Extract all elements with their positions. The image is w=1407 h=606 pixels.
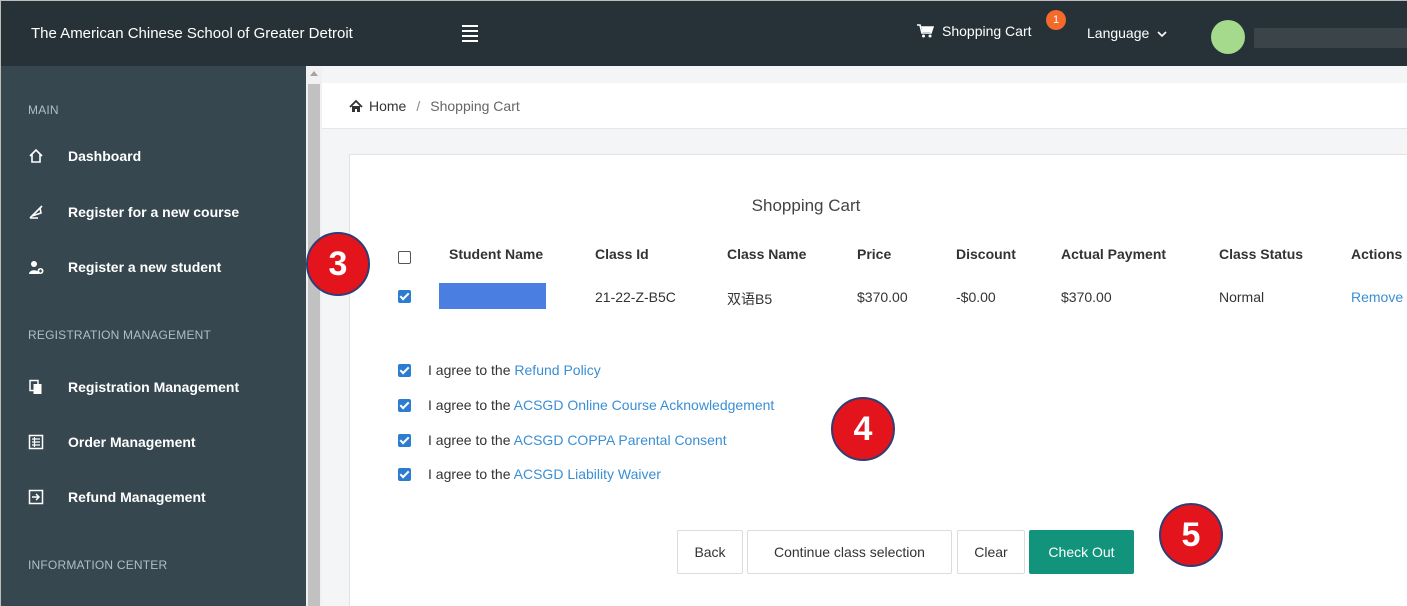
scroll-thumb[interactable]: [308, 84, 320, 606]
col-class-id: Class Id: [595, 246, 649, 262]
sidebar-item-register-course[interactable]: Register for a new course: [28, 204, 239, 220]
annotation-marker-4: 4: [831, 397, 895, 461]
cell-actual-payment: $370.00: [1061, 289, 1112, 305]
agree-coppa-checkbox[interactable]: [398, 434, 411, 447]
col-price: Price: [857, 246, 892, 262]
sidebar-item-label: Registration Management: [68, 379, 240, 395]
agree-prefix: I agree to the: [428, 397, 511, 413]
language-dropdown[interactable]: Language: [1087, 25, 1167, 41]
annotation-marker-5: 5: [1159, 503, 1223, 567]
shopping-cart-label: Shopping Cart: [942, 23, 1032, 39]
agree-liability-checkbox[interactable]: [398, 468, 411, 481]
sidebar: MAIN Dashboard Register for a new course…: [1, 66, 306, 606]
cart-icon: [917, 24, 934, 38]
user-name-redacted[interactable]: [1254, 28, 1407, 48]
online-course-link[interactable]: ACSGD Online Course Acknowledgement: [514, 397, 775, 413]
col-student-name: Student Name: [449, 246, 544, 262]
agree-online-course-row: I agree to the ACSGD Online Course Ackno…: [428, 397, 774, 413]
sidebar-item-register-student[interactable]: Register a new student: [28, 259, 221, 275]
sidebar-scrollbar[interactable]: [306, 66, 322, 606]
breadcrumb: Home / Shopping Cart: [349, 98, 520, 114]
back-button[interactable]: Back: [677, 530, 743, 574]
sidebar-item-order-management[interactable]: Order Management: [28, 434, 196, 450]
sidebar-section-information: INFORMATION CENTER: [28, 558, 168, 572]
col-class-name: Class Name: [727, 246, 807, 262]
sidebar-item-refund-management[interactable]: Refund Management: [28, 489, 206, 505]
continue-selection-button[interactable]: Continue class selection: [747, 530, 952, 574]
shopping-cart-card: Shopping Cart Student Name Class Id Clas…: [349, 154, 1407, 606]
avatar[interactable]: [1211, 20, 1245, 54]
remove-link[interactable]: Remove: [1351, 289, 1403, 305]
sidebar-section-main: MAIN: [28, 103, 59, 117]
language-label: Language: [1087, 25, 1150, 41]
liability-waiver-link[interactable]: ACSGD Liability Waiver: [514, 466, 661, 482]
sign-in-icon: [28, 489, 44, 505]
agree-coppa-row: I agree to the ACSGD COPPA Parental Cons…: [428, 432, 727, 448]
annotation-marker-3: 3: [306, 232, 370, 296]
top-navbar: The American Chinese School of Greater D…: [1, 1, 1407, 66]
user-add-icon: [28, 259, 44, 275]
sidebar-item-label: Register a new student: [68, 259, 222, 275]
chevron-down-icon: [1157, 31, 1167, 38]
checkout-button[interactable]: Check Out: [1029, 530, 1134, 574]
cell-class-status: Normal: [1219, 289, 1265, 305]
student-name-redacted: [439, 283, 546, 309]
home-icon: [28, 148, 44, 164]
breadcrumb-bar: Home / Shopping Cart: [322, 83, 1407, 129]
menu-toggle-icon[interactable]: [462, 25, 478, 42]
agree-refund-checkbox[interactable]: [398, 364, 411, 377]
cell-price: $370.00: [857, 289, 908, 305]
col-discount: Discount: [956, 246, 1016, 262]
agree-refund-row: I agree to the Refund Policy: [428, 362, 601, 378]
breadcrumb-current: Shopping Cart: [430, 98, 520, 114]
copy-icon: [28, 379, 44, 395]
refund-policy-link[interactable]: Refund Policy: [514, 362, 600, 378]
row-checkbox[interactable]: [398, 290, 411, 303]
sidebar-item-label: Register for a new course: [68, 204, 240, 220]
coppa-consent-link[interactable]: ACSGD COPPA Parental Consent: [514, 432, 727, 448]
scroll-up-icon[interactable]: [310, 71, 318, 76]
sidebar-section-registration: REGISTRATION MANAGEMENT: [28, 328, 212, 342]
agree-prefix: I agree to the: [428, 432, 511, 448]
main-content: Home / Shopping Cart Shopping Cart Stude…: [322, 66, 1407, 606]
clear-button[interactable]: Clear: [957, 530, 1025, 574]
cell-class-name: 双语B5: [727, 291, 773, 307]
breadcrumb-home[interactable]: Home: [369, 98, 406, 114]
cart-title: Shopping Cart: [751, 196, 861, 215]
col-actions: Actions: [1351, 246, 1403, 262]
col-actual-payment: Actual Payment: [1061, 246, 1167, 262]
sidebar-item-label: Refund Management: [68, 489, 206, 505]
quill-icon: [28, 204, 44, 220]
shopping-cart-link[interactable]: Shopping Cart: [916, 23, 1032, 39]
agree-prefix: I agree to the: [428, 466, 511, 482]
list-icon: [28, 434, 44, 450]
sidebar-item-label: Order Management: [68, 434, 196, 450]
cell-discount: -$0.00: [956, 289, 996, 305]
cart-count-badge: 1: [1046, 10, 1066, 30]
agree-prefix: I agree to the: [428, 362, 511, 378]
col-class-status: Class Status: [1219, 246, 1304, 262]
brand-title[interactable]: The American Chinese School of Greater D…: [31, 25, 353, 42]
sidebar-item-label: Dashboard: [68, 148, 142, 164]
sidebar-item-dashboard[interactable]: Dashboard: [28, 148, 141, 164]
home-icon: [349, 99, 363, 112]
breadcrumb-separator: /: [416, 98, 421, 114]
agree-liability-row: I agree to the ACSGD Liability Waiver: [428, 466, 661, 482]
select-all-checkbox[interactable]: [398, 251, 411, 264]
sidebar-item-registration-management[interactable]: Registration Management: [28, 379, 239, 395]
agree-online-course-checkbox[interactable]: [398, 399, 411, 412]
cell-class-id: 21-22-Z-B5C: [595, 289, 676, 305]
